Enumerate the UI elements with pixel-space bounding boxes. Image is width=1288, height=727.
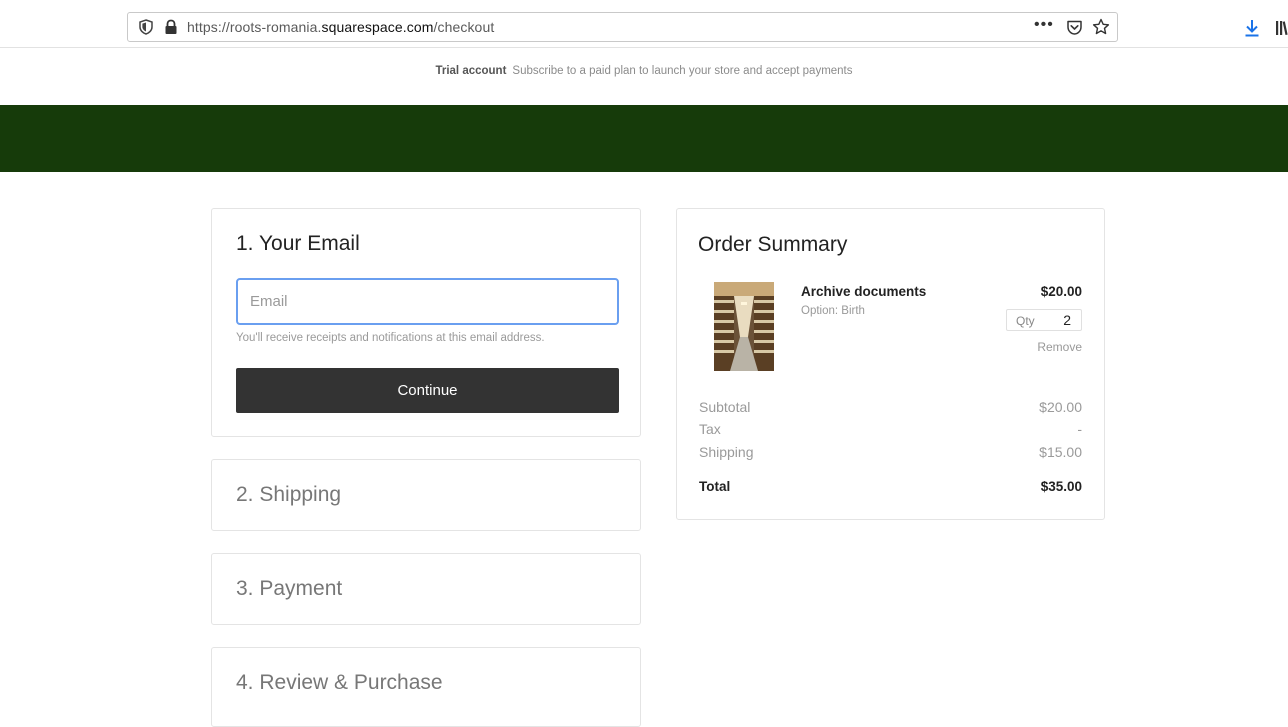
download-icon[interactable] [1244,19,1260,37]
shipping-cost-value: $15.00 [1039,444,1082,460]
shipping-cost-row: Shipping $15.00 [699,444,1082,460]
trial-message: Subscribe to a paid plan to launch your … [512,65,853,77]
trial-label: Trial account [435,65,507,77]
remove-item-link[interactable]: Remove [1037,340,1082,354]
order-summary-card: Order Summary Archive documents Option: … [676,208,1105,520]
payment-step-title: 3. Payment [236,577,343,600]
quantity-input[interactable]: Qty 2 [1006,309,1082,331]
subtotal-value: $20.00 [1039,399,1082,415]
email-step-title: 1. Your Email [236,232,360,255]
total-value: $35.00 [1040,479,1082,494]
email-input[interactable] [236,278,619,325]
pocket-icon[interactable] [1066,19,1083,36]
page-actions-icon[interactable]: ••• [1034,16,1054,34]
tax-label: Tax [699,421,721,437]
browser-toolbar: https://roots-romania.squarespace.com/ch… [0,0,1288,48]
trial-banner: Trial account Subscribe to a paid plan to… [0,65,1288,77]
product-name: Archive documents [801,284,927,299]
review-step-card[interactable]: 4. Review & Purchase [211,647,641,727]
payment-step-card[interactable]: 3. Payment [211,553,641,625]
product-thumbnail [714,282,774,371]
url-text[interactable]: https://roots-romania.squarespace.com/ch… [187,19,494,35]
tax-row: Tax - [699,421,1082,437]
continue-button[interactable]: Continue [236,368,619,413]
shipping-step-title: 2. Shipping [236,483,342,506]
url-bar[interactable]: https://roots-romania.squarespace.com/ch… [127,12,1118,42]
site-header-band [0,105,1288,172]
product-price: $20.00 [1040,284,1082,299]
subtotal-row: Subtotal $20.00 [699,399,1082,415]
shipping-cost-label: Shipping [699,444,754,460]
quantity-value[interactable]: 2 [1063,312,1071,328]
order-summary-title: Order Summary [698,233,848,256]
tracking-shield-icon[interactable] [138,19,154,35]
tax-value: - [1077,421,1082,437]
quantity-label: Qty [1016,314,1035,328]
bookmark-star-icon[interactable] [1092,18,1110,36]
lock-icon[interactable] [164,19,178,35]
shipping-step-card[interactable]: 2. Shipping [211,459,641,531]
email-step-card: 1. Your Email You'll receive receipts an… [211,208,641,437]
total-label: Total [699,479,731,494]
subtotal-label: Subtotal [699,399,751,415]
product-option: Option: Birth [801,305,865,317]
email-help-text: You'll receive receipts and notification… [236,332,545,344]
library-icon[interactable] [1275,20,1288,36]
review-step-title: 4. Review & Purchase [236,671,443,694]
total-row: Total $35.00 [699,479,1082,494]
